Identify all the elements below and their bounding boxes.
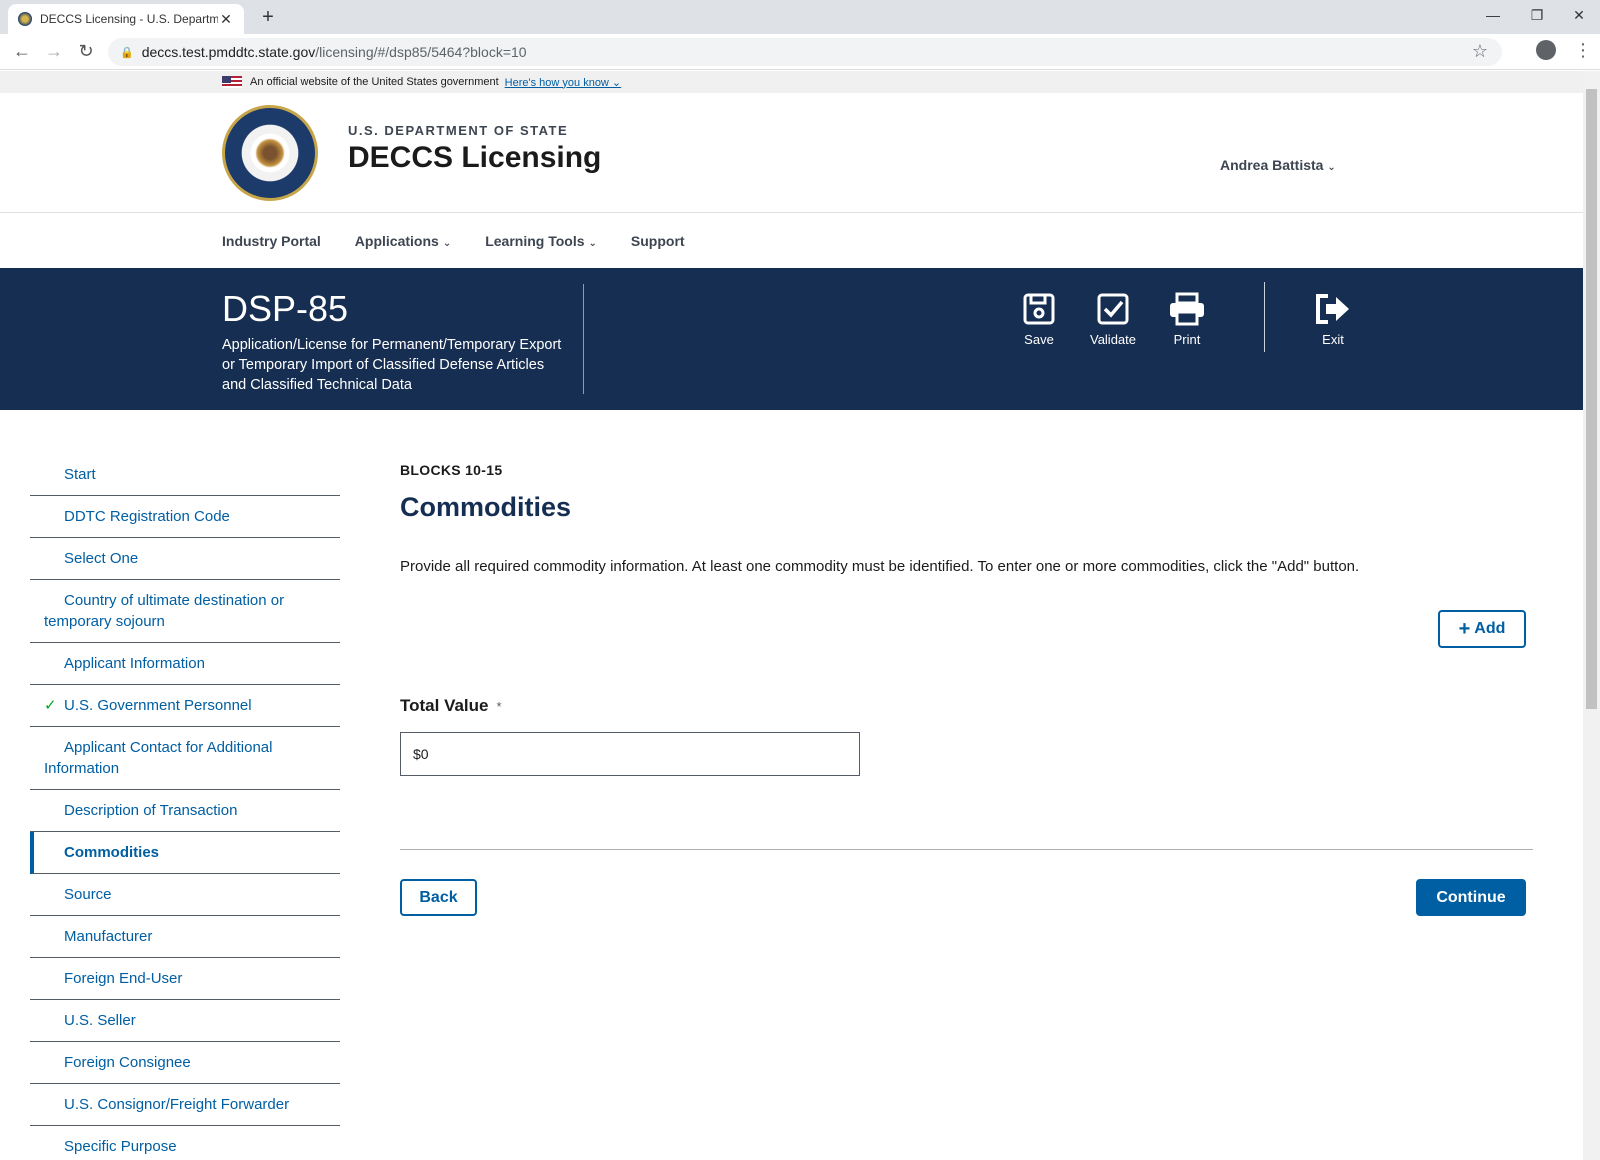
total-value-field[interactable]	[400, 732, 860, 776]
minimize-icon[interactable]: —	[1478, 4, 1508, 26]
page-title: Commodities	[400, 492, 572, 522]
browser-tab[interactable]: DECCS Licensing - U.S. Departme ✕	[8, 4, 244, 34]
close-window-icon[interactable]: ✕	[1564, 4, 1594, 26]
checkmark-icon: ✓	[44, 697, 57, 714]
sidebar-item-specific-purpose[interactable]: Specific Purpose	[30, 1126, 340, 1160]
favicon-icon	[18, 12, 32, 26]
print-label: Print	[1173, 332, 1201, 347]
sidebar-item-select-one[interactable]: Select One	[30, 538, 340, 580]
gov-banner: An official website of the United States…	[0, 71, 1583, 93]
sidebar-item-country[interactable]: Country of ultimate destination or tempo…	[30, 580, 340, 643]
close-tab-icon[interactable]: ✕	[218, 11, 234, 28]
url-field[interactable]: 🔒 deccs.test.pmddtc.state.gov/licensing/…	[108, 38, 1502, 66]
continue-button[interactable]: Continue	[1416, 879, 1526, 916]
primary-nav: Industry Portal Applications ⌄ Learning T…	[0, 213, 1583, 268]
browser-tab-bar: DECCS Licensing - U.S. Departme ✕ + — ❐ …	[0, 0, 1600, 34]
validate-label: Validate	[1089, 332, 1136, 347]
tab-title: DECCS Licensing - U.S. Departme	[40, 12, 218, 26]
nav-learning-tools[interactable]: Learning Tools ⌄	[485, 233, 597, 249]
scrollbar-thumb[interactable]	[1586, 89, 1597, 709]
url-host: deccs.test.pmddtc.state.gov	[141, 44, 316, 60]
app-name[interactable]: DECCS Licensing	[348, 141, 601, 175]
user-name: Andrea Battista	[1220, 157, 1324, 173]
sidebar-item-foreign-consignee[interactable]: Foreign Consignee	[30, 1042, 340, 1084]
print-button[interactable]: Print	[1152, 292, 1222, 347]
new-tab-button[interactable]: +	[256, 6, 280, 30]
nav-support[interactable]: Support	[631, 233, 685, 249]
form-header: DSP-85 Application/License for Permanent…	[0, 268, 1583, 410]
url-path: /licensing/#/dsp85/5464?block=10	[315, 44, 527, 60]
sidebar-item-ddtc-registration-code[interactable]: DDTC Registration Code	[30, 496, 340, 538]
sidebar-item-source[interactable]: Source	[30, 874, 340, 916]
user-menu[interactable]: Andrea Battista ⌄	[1220, 157, 1336, 173]
nav-industry-portal[interactable]: Industry Portal	[222, 233, 321, 249]
form-divider	[400, 849, 1533, 850]
validate-button[interactable]: Validate	[1078, 292, 1148, 347]
add-commodity-button[interactable]: + Add	[1438, 610, 1526, 648]
reload-icon[interactable]: ↻	[74, 40, 98, 64]
sidebar-item-commodities[interactable]: Commodities	[30, 832, 340, 874]
form-title: DSP-85	[222, 288, 349, 329]
section-description: Provide all required commodity informati…	[400, 558, 1360, 575]
us-flag-icon	[222, 76, 242, 88]
form-subtitle: Application/License for Permanent/Tempor…	[222, 337, 562, 393]
checkbox-icon	[1097, 293, 1129, 325]
browser-menu-icon[interactable]: ⋮	[1574, 38, 1592, 62]
department-seal-logo	[222, 105, 318, 201]
sidebar-item-start[interactable]: Start	[30, 454, 340, 496]
sidebar-item-applicant-contact[interactable]: Applicant Contact for Additional Informa…	[30, 727, 340, 790]
profile-avatar-icon[interactable]	[1536, 40, 1556, 60]
save-label: Save	[1024, 332, 1054, 347]
section-eyebrow: BLOCKS 10-15	[400, 462, 503, 478]
plus-icon: +	[1458, 618, 1471, 640]
chevron-down-icon: ⌄	[442, 237, 452, 249]
agency-name: U.S. DEPARTMENT OF STATE	[348, 123, 569, 138]
sidebar-item-description-of-transaction[interactable]: Description of Transaction	[30, 790, 340, 832]
address-bar: ← → ↻ 🔒 deccs.test.pmddtc.state.gov/lice…	[0, 34, 1600, 70]
save-icon	[1023, 293, 1055, 325]
back-arrow-icon[interactable]: ←	[10, 40, 34, 64]
save-button[interactable]: Save	[1004, 292, 1074, 347]
divider	[1264, 282, 1265, 352]
nav-applications[interactable]: Applications ⌄	[355, 233, 451, 249]
sidebar-item-us-seller[interactable]: U.S. Seller	[30, 1000, 340, 1042]
forward-arrow-icon[interactable]: →	[42, 40, 66, 64]
sidebar-item-applicant-information[interactable]: Applicant Information	[30, 643, 340, 685]
exit-label: Exit	[1322, 332, 1344, 347]
exit-icon	[1316, 294, 1349, 324]
divider	[583, 284, 584, 394]
exit-button[interactable]: Exit	[1298, 292, 1368, 347]
sidebar-item-manufacturer[interactable]: Manufacturer	[30, 916, 340, 958]
chevron-down-icon: ⌄	[588, 237, 597, 249]
site-header: U.S. DEPARTMENT OF STATE DECCS Licensing…	[0, 93, 1583, 213]
printer-icon	[1170, 292, 1204, 326]
page-scrollbar[interactable]	[1583, 71, 1600, 1160]
chevron-down-icon: ⌄	[1327, 162, 1336, 173]
lock-icon: 🔒	[120, 46, 134, 59]
sidebar-item-foreign-end-user[interactable]: Foreign End-User	[30, 958, 340, 1000]
heres-how-you-know-link[interactable]: Here's how you know ⌄	[505, 76, 621, 89]
required-asterisk: *	[496, 699, 502, 714]
back-button[interactable]: Back	[400, 879, 477, 916]
total-value-label: Total Value *	[400, 696, 502, 715]
sidebar-item-us-consignor[interactable]: U.S. Consignor/Freight Forwarder	[30, 1084, 340, 1126]
restore-icon[interactable]: ❐	[1522, 4, 1552, 26]
sidebar-item-us-government-personnel[interactable]: ✓ U.S. Government Personnel	[30, 685, 340, 727]
gov-banner-text: An official website of the United States…	[250, 76, 499, 88]
bookmark-star-icon[interactable]: ☆	[1472, 41, 1488, 62]
form-sidebar-nav: Start DDTC Registration Code Select One …	[30, 454, 340, 1160]
